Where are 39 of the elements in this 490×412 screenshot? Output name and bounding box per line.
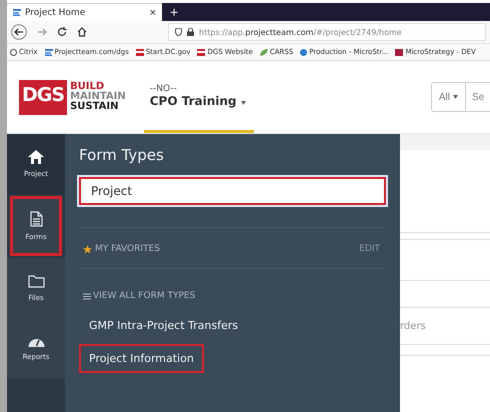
tab-title: Project Home: [25, 8, 86, 18]
folder-icon: [28, 274, 44, 288]
forward-button[interactable]: [37, 27, 47, 37]
search-field[interactable]: Project: [79, 177, 386, 205]
reload-button[interactable]: [57, 27, 67, 37]
back-button[interactable]: [11, 24, 27, 40]
list-icon: [13, 9, 21, 16]
flag-icon: [197, 48, 206, 56]
forward-arrow-icon: [37, 27, 47, 37]
address-bar[interactable]: https://app.projectteam.com/#/project/2749/home: [168, 23, 486, 41]
globe-icon: [10, 48, 17, 56]
caret-icon: [240, 100, 246, 104]
project-dropdown[interactable]: CPO Training: [150, 94, 254, 108]
star-icon: [83, 244, 92, 254]
caret-icon: [453, 95, 458, 99]
favorites-label: MY FAVORITES: [83, 244, 160, 254]
url-text: https://app.projectteam.com/#/project/2749/home: [199, 28, 402, 36]
panel-title: Form Types: [79, 146, 165, 164]
home-button[interactable]: [77, 27, 87, 37]
circle-icon: [300, 48, 308, 56]
document-icon: [30, 211, 42, 227]
menu-icon: [83, 292, 91, 300]
view-all-link[interactable]: VIEW ALL FORM TYPES: [79, 291, 200, 301]
home-icon: [77, 27, 87, 37]
shield-icon: [175, 28, 182, 36]
flag-icon: [136, 48, 144, 56]
filter-dropdown[interactable]: All: [430, 82, 466, 112]
form-type-item[interactable]: Project Information: [79, 344, 204, 373]
background-text: rders: [400, 320, 426, 332]
list-icon: [44, 48, 53, 56]
new-tab-button[interactable]: +: [162, 4, 186, 20]
close-button[interactable]: ×: [150, 6, 156, 18]
search-field[interactable]: Se: [466, 82, 490, 112]
project-code: --NO--: [150, 84, 178, 94]
reload-icon: [57, 27, 67, 37]
form-type-item[interactable]: GMP Intra-Project Transfers: [79, 311, 248, 340]
leaf-icon: [260, 48, 268, 56]
home-icon: [28, 150, 44, 164]
lock-icon: [187, 28, 194, 36]
